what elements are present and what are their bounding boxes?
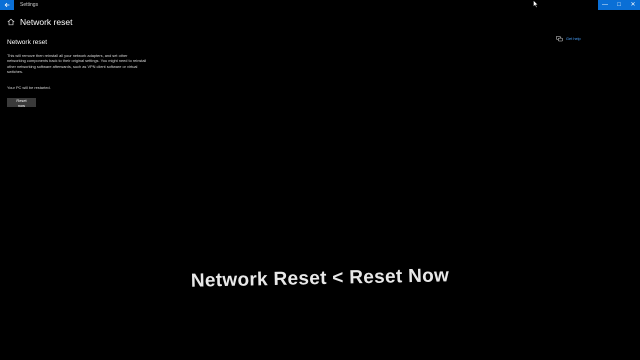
get-help-label: Get help (566, 36, 581, 41)
description-text: This will remove then reinstall all your… (7, 53, 147, 75)
chat-help-icon (556, 36, 563, 42)
overlay-caption: Network Reset < Reset Now (190, 265, 450, 292)
settings-window: Settings — □ ✕ Network reset Network res… (0, 0, 640, 360)
back-button[interactable] (0, 0, 14, 10)
app-title: Settings (20, 2, 39, 8)
get-help-link[interactable]: Get help (556, 36, 581, 42)
page-title: Network reset (20, 17, 73, 27)
title-bar: Settings — □ ✕ (0, 0, 640, 10)
window-controls: — □ ✕ (598, 0, 640, 10)
mouse-cursor-icon (533, 0, 539, 8)
home-icon[interactable] (7, 18, 15, 26)
restart-note: Your PC will be restarted. (7, 85, 51, 90)
close-button[interactable]: ✕ (626, 0, 640, 10)
minimize-button[interactable]: — (598, 0, 612, 10)
reset-now-button[interactable]: Reset now (7, 98, 36, 108)
section-title: Network reset (7, 39, 48, 46)
back-arrow-icon (4, 2, 10, 8)
maximize-button[interactable]: □ (612, 0, 626, 10)
